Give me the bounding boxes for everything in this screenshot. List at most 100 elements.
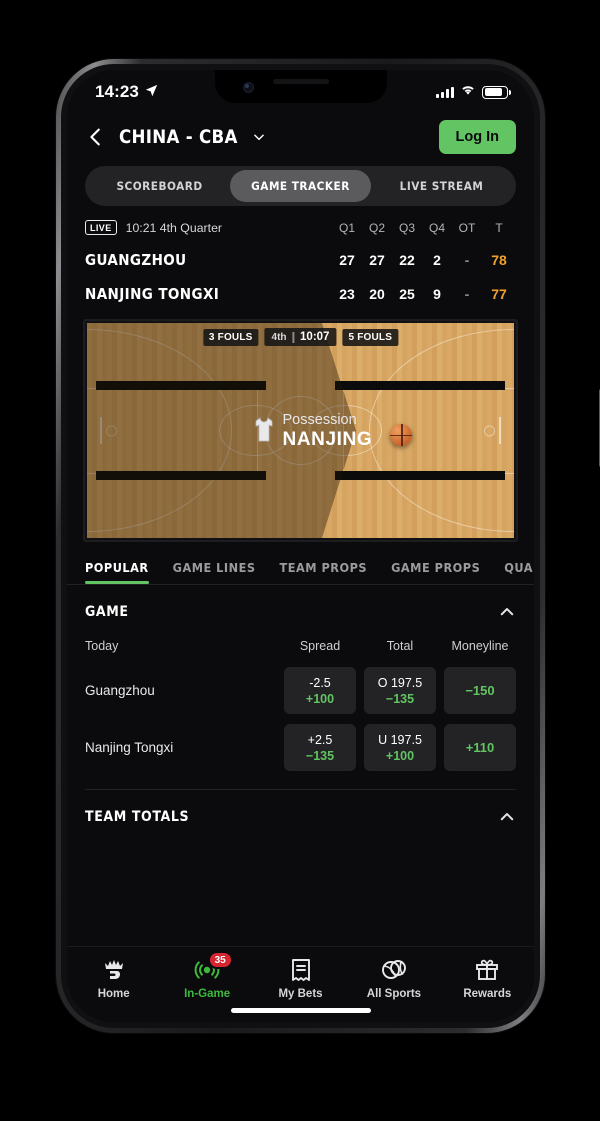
nav-item-home[interactable]: Home	[67, 957, 160, 1000]
phone-screen: 14:23 CHINA - CBA Log In SCOREBOARD GAME…	[67, 70, 534, 1022]
possession-text: Possession NANJING	[283, 411, 373, 451]
game-clock-text: 10:21 4th Quarter	[125, 220, 222, 235]
market-tab-quarters[interactable]: QUARTE	[504, 560, 534, 584]
view-segmented-control: SCOREBOARD GAME TRACKER LIVE STREAM	[85, 166, 516, 206]
possession-label: Possession	[282, 411, 357, 428]
sideline-bench	[334, 381, 506, 391]
column-ot: OT	[458, 220, 476, 235]
basketball-court: 3 FOULS 4th 10:07 5 FOULS Possession NAN…	[87, 323, 514, 538]
score-q4: 9	[433, 286, 441, 302]
nav-label: All Sports	[366, 988, 422, 1000]
nav-label: In-Game	[184, 988, 231, 1000]
screenshot-root: 14:23 CHINA - CBA Log In SCOREBOARD GAME…	[0, 0, 600, 1121]
moneyline-bet-button[interactable]: +110	[444, 724, 516, 771]
receipt-icon	[288, 957, 314, 983]
chevron-up-icon[interactable]	[498, 808, 516, 826]
nav-item-rewards[interactable]: Rewards	[441, 957, 534, 1000]
column-moneyline: Moneyline	[451, 639, 509, 653]
column-q2: Q2	[368, 220, 385, 235]
status-time-group: 14:23	[95, 82, 158, 102]
page-title: CHINA - CBA	[119, 126, 238, 148]
backboard-right	[499, 416, 502, 445]
market-tab-game-props[interactable]: GAME PROPS	[391, 560, 480, 584]
column-q3: Q3	[398, 220, 415, 235]
odds-table: Today Spread Total Moneyline Guangzhou -…	[85, 631, 516, 771]
score-ot: -	[464, 286, 470, 302]
score-total: 78	[491, 252, 507, 268]
score-values: 23 20 25 9 - 77	[332, 286, 516, 302]
clock-divider	[292, 331, 295, 343]
tab-live-stream[interactable]: LIVE STREAM	[371, 170, 512, 202]
nav-item-in-game[interactable]: 35 In-Game	[160, 951, 253, 1000]
score-row-home: GUANGZHOU 27 27 22 2 - 78	[85, 251, 516, 269]
market-tab-team-props[interactable]: TEAM PROPS	[280, 560, 368, 584]
live-badge: LIVE	[85, 220, 117, 235]
location-arrow-icon	[145, 82, 158, 102]
status-indicators	[436, 83, 511, 101]
total-bet-button[interactable]: O 197.5 −135	[364, 667, 436, 714]
spread-bet-button[interactable]: -2.5 +100	[284, 667, 356, 714]
gift-icon	[474, 957, 500, 983]
team-totals-section-header[interactable]: TEAM TOTALS	[85, 790, 516, 832]
market-tab-game-lines[interactable]: GAME LINES	[173, 560, 256, 584]
game-tracker-court[interactable]: 3 FOULS 4th 10:07 5 FOULS Possession NAN…	[83, 319, 518, 542]
court-clock: 4th 10:07	[264, 328, 337, 346]
game-section-header[interactable]: GAME	[85, 585, 516, 627]
court-period: 4th	[271, 331, 287, 343]
score-q4: 2	[433, 252, 441, 268]
spread-line: +2.5	[307, 732, 333, 747]
score-values: 27 27 22 2 - 78	[332, 252, 516, 268]
spread-price: −135	[305, 748, 335, 763]
in-game-badge: 35	[207, 951, 233, 969]
total-bet-button[interactable]: U 197.5 +100	[364, 724, 436, 771]
column-q1: Q1	[338, 220, 355, 235]
spread-price: +100	[305, 691, 335, 706]
nav-item-all-sports[interactable]: All Sports	[347, 957, 440, 1000]
total-price: −135	[385, 691, 415, 706]
possession-indicator: Possession NANJING	[254, 411, 373, 451]
phone-frame: 14:23 CHINA - CBA Log In SCOREBOARD GAME…	[56, 59, 600, 1033]
odds-cells: +2.5 −135 U 197.5 +100 +110	[284, 724, 516, 771]
score-ot: -	[464, 252, 470, 268]
court-hud: 3 FOULS 4th 10:07 5 FOULS	[202, 328, 399, 346]
battery-icon	[482, 85, 511, 99]
score-q3: 25	[399, 286, 415, 302]
score-row-away: NANJING TONGXI 23 20 25 9 - 77	[85, 285, 516, 303]
nav-label: My Bets	[278, 988, 323, 1000]
game-market-section: GAME Today Spread Total Moneyline Guangz…	[67, 585, 534, 832]
section-title: TEAM TOTALS	[85, 809, 190, 825]
tab-scoreboard[interactable]: SCOREBOARD	[89, 170, 230, 202]
chevron-up-icon[interactable]	[498, 603, 516, 621]
moneyline-bet-button[interactable]: −150	[444, 667, 516, 714]
jersey-icon	[254, 417, 274, 444]
tab-game-tracker[interactable]: GAME TRACKER	[230, 170, 371, 202]
score-q1: 27	[339, 252, 355, 268]
score-q2: 20	[369, 286, 385, 302]
away-fouls-chip: 5 FOULS	[342, 328, 399, 346]
odds-row: Nanjing Tongxi +2.5 −135 U 197.5 +100 +1…	[85, 724, 516, 771]
column-total: T	[495, 220, 503, 235]
home-indicator[interactable]	[230, 1008, 371, 1013]
chevron-left-icon[interactable]	[85, 126, 107, 148]
odds-cells: -2.5 +100 O 197.5 −135 −150	[284, 667, 516, 714]
odds-column-labels: Spread Total Moneyline	[284, 639, 516, 653]
section-title: GAME	[85, 604, 129, 620]
spread-line: -2.5	[309, 675, 331, 690]
chevron-down-icon[interactable]	[252, 130, 266, 144]
login-button[interactable]: Log In	[438, 120, 516, 154]
cellular-bars-icon	[436, 86, 454, 98]
spread-bet-button[interactable]: +2.5 −135	[284, 724, 356, 771]
nav-item-my-bets[interactable]: My Bets	[254, 957, 347, 1000]
team-name: GUANGZHOU	[85, 251, 187, 269]
moneyline-price: +110	[465, 740, 495, 755]
score-q3: 22	[399, 252, 415, 268]
crown-icon	[101, 957, 127, 983]
status-time: 14:23	[95, 82, 139, 101]
total-line: O 197.5	[377, 675, 423, 690]
column-total: Total	[386, 639, 414, 653]
live-signal-icon: 35	[194, 951, 233, 983]
possession-team: NANJING	[282, 428, 373, 450]
home-fouls-chip: 3 FOULS	[202, 328, 259, 346]
market-tab-popular[interactable]: POPULAR	[85, 560, 149, 584]
score-q2: 27	[369, 252, 385, 268]
